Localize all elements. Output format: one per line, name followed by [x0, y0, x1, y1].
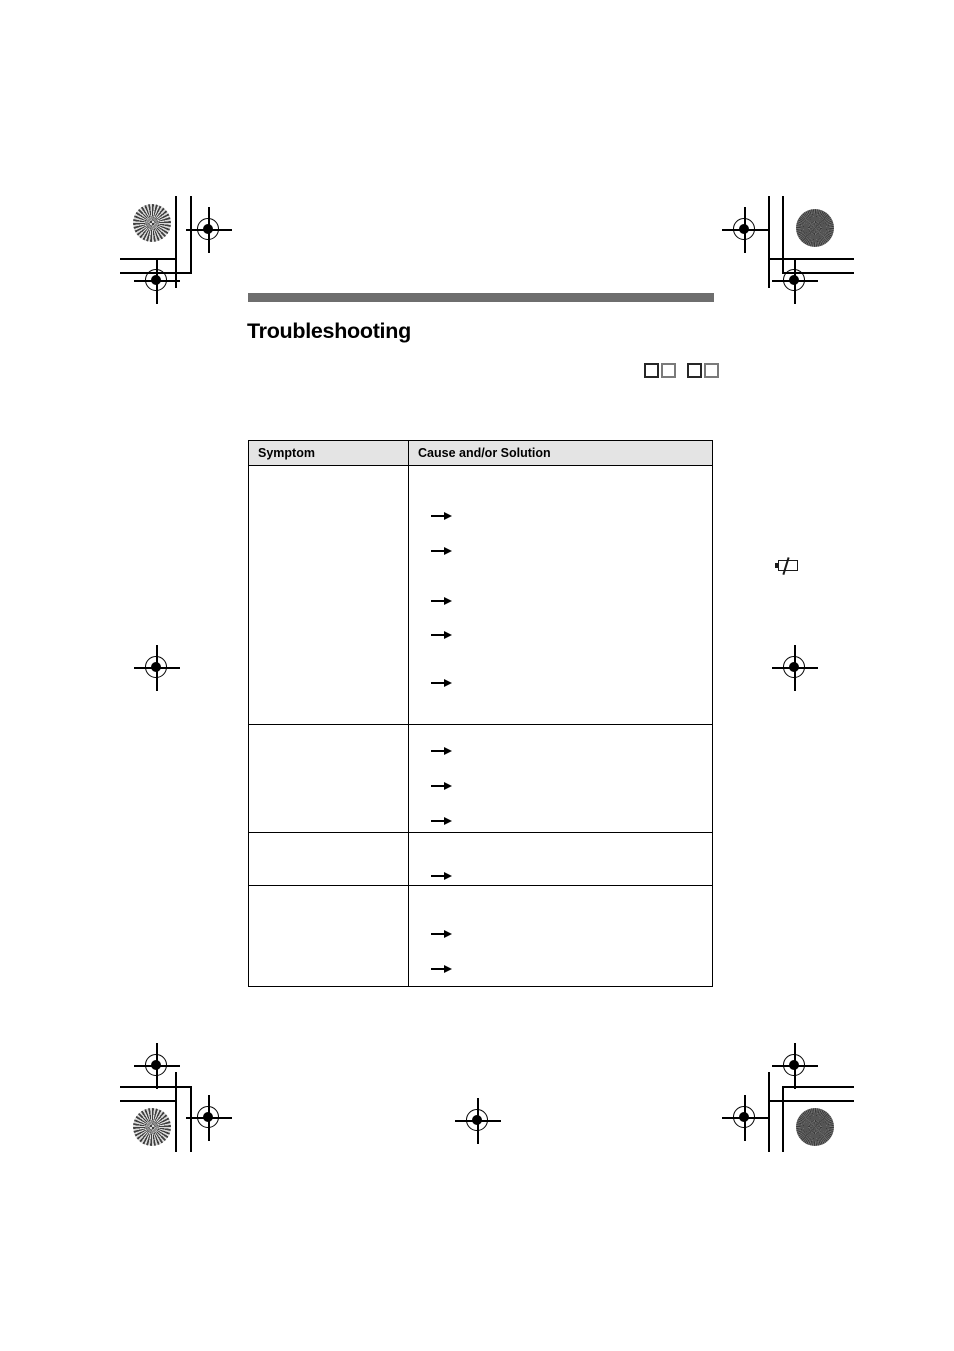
glyph-box-4 [704, 363, 719, 378]
symptom-cell [249, 725, 409, 832]
glyph-box-2 [661, 363, 676, 378]
registration-mark-bottom-left-b [186, 1095, 232, 1141]
title-rule [248, 293, 714, 302]
crop-angle-top-left [120, 196, 232, 288]
registration-mark-top-left-a [186, 207, 232, 253]
crop-angle-bottom-left [120, 1060, 232, 1152]
crop-angle-top-right [760, 196, 872, 288]
arrow-bullet-icon [431, 595, 453, 606]
arrow-bullet-icon [431, 870, 453, 881]
table-row [249, 725, 712, 833]
table-row [249, 886, 712, 986]
registration-mark-top-right-a [722, 207, 768, 253]
arrow-bullet-icon [431, 963, 453, 974]
troubleshooting-table: Symptom Cause and/or Solution [248, 440, 798, 987]
cause-cell [409, 466, 798, 724]
battery-slash-icon [775, 557, 799, 575]
glyph-gap [678, 370, 687, 371]
column-header-symptom: Symptom [249, 441, 409, 465]
cause-cell [409, 833, 712, 885]
halftone-patch-bottom-right [796, 1108, 834, 1146]
arrow-bullet-icon [431, 510, 453, 521]
glyph-box-1 [644, 363, 659, 378]
glyph-box-3 [687, 363, 702, 378]
table-row [249, 833, 712, 886]
arrow-bullet-icon [431, 745, 453, 756]
arrow-bullet-icon [431, 677, 453, 688]
document-page: Troubleshooting Symptom Cause and/or Sol… [0, 0, 954, 1351]
halftone-patch-bottom-left [133, 1108, 171, 1146]
crop-angle-bottom-right [760, 1060, 872, 1152]
registration-mark-top-left-b [134, 258, 180, 304]
missing-glyph-boxes [644, 363, 721, 378]
registration-mark-mid-right [772, 645, 818, 691]
registration-mark-mid-left [134, 645, 180, 691]
registration-mark-bottom-left-a [134, 1043, 180, 1089]
halftone-patch-top-left [133, 204, 171, 242]
registration-mark-top-right-b [772, 258, 818, 304]
column-header-cause: Cause and/or Solution [418, 446, 551, 460]
symptom-cell [249, 833, 409, 885]
arrow-bullet-icon [431, 545, 453, 556]
arrow-bullet-icon [431, 928, 453, 939]
arrow-bullet-icon [431, 780, 453, 791]
cause-cell [409, 886, 712, 986]
registration-mark-bottom-right-a [772, 1043, 818, 1089]
registration-mark-bottom-right-b [722, 1095, 768, 1141]
symptom-cell [249, 886, 409, 986]
symptom-cell [249, 466, 409, 724]
cause-cell [409, 725, 712, 832]
halftone-patch-top-right [796, 209, 834, 247]
table-row [249, 466, 798, 725]
page-title: Troubleshooting [247, 319, 411, 344]
table-header-row: Symptom Cause and/or Solution [249, 441, 712, 466]
registration-mark-bottom-center [455, 1098, 501, 1144]
arrow-bullet-icon [431, 629, 453, 640]
arrow-bullet-icon [431, 815, 453, 826]
